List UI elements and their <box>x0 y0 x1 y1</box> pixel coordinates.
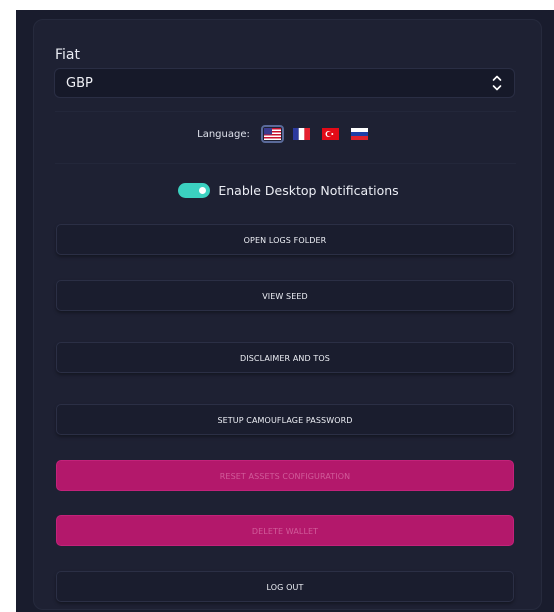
camouflage-password-button[interactable]: SETUP CAMOUFLAGE PASSWORD <box>56 404 514 435</box>
language-label: Language: <box>197 128 250 140</box>
divider <box>55 163 516 164</box>
settings-window: Fiat GBP Language: Enable Desktop Notifi… <box>16 10 554 612</box>
disclaimer-button[interactable]: DISCLAIMER AND TOS <box>56 342 514 373</box>
language-row: Language: <box>34 125 543 144</box>
reset-assets-button[interactable]: RESET ASSETS CONFIGURATION <box>56 460 514 491</box>
fiat-select-value: GBP <box>66 76 93 91</box>
log-out-button[interactable]: LOG OUT <box>56 571 514 602</box>
divider <box>55 111 516 112</box>
view-seed-button[interactable]: VIEW SEED <box>56 280 514 311</box>
notifications-label: Enable Desktop Notifications <box>218 183 399 198</box>
notifications-row: Enable Desktop Notifications <box>34 183 543 198</box>
fiat-label: Fiat <box>55 47 80 63</box>
open-logs-folder-button[interactable]: OPEN LOGS FOLDER <box>56 224 514 255</box>
turkey-flag-icon[interactable] <box>321 128 339 140</box>
us-flag-icon[interactable] <box>260 125 284 143</box>
delete-wallet-button[interactable]: DELETE WALLET <box>56 515 514 546</box>
france-flag-icon[interactable] <box>292 128 310 140</box>
toggle-knob <box>199 187 207 194</box>
select-arrows-icon <box>492 73 502 94</box>
fiat-select[interactable]: GBP <box>54 68 515 98</box>
notifications-toggle[interactable] <box>178 183 211 198</box>
russia-flag-icon[interactable] <box>350 128 368 140</box>
settings-panel: Fiat GBP Language: Enable Desktop Notifi… <box>33 19 542 610</box>
